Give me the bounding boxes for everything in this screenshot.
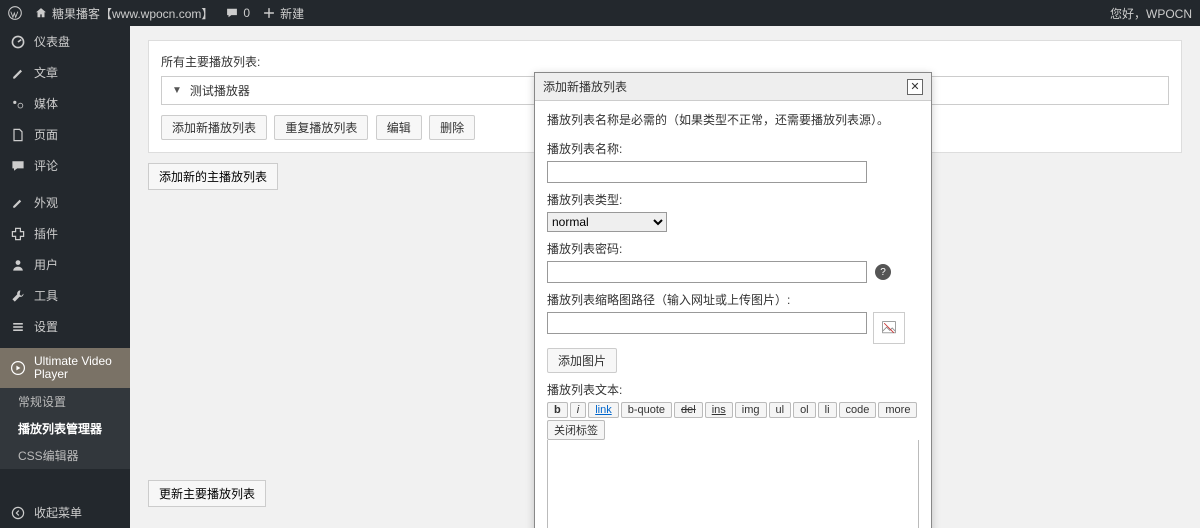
menu-users[interactable]: 用户	[0, 249, 130, 280]
all-playlists-label: 所有主要播放列表:	[161, 53, 1169, 70]
dialog-titlebar[interactable]: 添加新播放列表 ✕	[535, 73, 931, 101]
menu-media[interactable]: 媒体	[0, 88, 130, 119]
menu-settings[interactable]: 设置	[0, 311, 130, 342]
menu-posts[interactable]: 文章	[0, 57, 130, 88]
account-greeting[interactable]: 您好，WPOCN	[1110, 5, 1192, 22]
site-home-link[interactable]: 糖果播客【www.wpocn.com】	[34, 5, 213, 22]
qt-ol[interactable]: ol	[793, 402, 816, 418]
content-area: 所有主要播放列表: ▼ 测试播放器 添加新播放列表 重复播放列表 编辑 删除 添…	[130, 26, 1200, 528]
duplicate-playlist-button[interactable]: 重复播放列表	[274, 115, 368, 140]
collapse-menu[interactable]: 收起菜单	[0, 497, 130, 528]
add-playlist-button[interactable]: 添加新播放列表	[161, 115, 267, 140]
qt-img[interactable]: img	[735, 402, 767, 418]
submenu-general[interactable]: 常规设置	[0, 388, 130, 415]
playlist-name-label: 播放列表名称:	[547, 140, 919, 157]
qt-code[interactable]: code	[839, 402, 877, 418]
menu-pages[interactable]: 页面	[0, 119, 130, 150]
playlist-thumb-input[interactable]	[547, 312, 867, 334]
qt-li[interactable]: li	[818, 402, 837, 418]
menu-comments[interactable]: 评论	[0, 150, 130, 181]
qt-del[interactable]: del	[674, 402, 703, 418]
playlist-selected-name: 测试播放器	[190, 82, 250, 99]
menu-appearance[interactable]: 外观	[0, 187, 130, 218]
menu-tools[interactable]: 工具	[0, 280, 130, 311]
qt-close-tags[interactable]: 关闭标签	[547, 420, 605, 440]
comments-link[interactable]: 0	[225, 6, 250, 20]
menu-dashboard[interactable]: 仪表盘	[0, 26, 130, 57]
qt-i[interactable]: i	[570, 402, 586, 418]
playlist-name-input[interactable]	[547, 161, 867, 183]
playlist-text-editor[interactable]	[547, 440, 919, 528]
add-playlist-dialog: 添加新播放列表 ✕ 播放列表名称是必需的（如果类型不正常，还需要播放列表源）。 …	[534, 72, 932, 528]
admin-sidebar: 仪表盘 文章 媒体 页面 评论 外观 插件 用户 工具 设置 Ultimate …	[0, 26, 130, 528]
site-name: 糖果播客【www.wpocn.com】	[52, 5, 213, 22]
qt-bquote[interactable]: b-quote	[621, 402, 672, 418]
new-label: 新建	[280, 5, 304, 22]
quicktags-toolbar: b i link b-quote del ins img ul ol li co…	[547, 402, 919, 440]
broken-image-icon	[873, 312, 905, 344]
wp-logo[interactable]	[8, 6, 22, 20]
playlist-type-label: 播放列表类型:	[547, 191, 919, 208]
submenu: 常规设置 播放列表管理器 CSS编辑器	[0, 388, 130, 469]
playlist-password-label: 播放列表密码:	[547, 240, 919, 257]
dialog-hint: 播放列表名称是必需的（如果类型不正常，还需要播放列表源）。	[547, 111, 919, 128]
dialog-title: 添加新播放列表	[543, 78, 627, 95]
playlist-password-input[interactable]	[547, 261, 867, 283]
submenu-css-editor[interactable]: CSS编辑器	[0, 442, 130, 469]
update-main-playlist-button[interactable]: 更新主要播放列表	[148, 480, 266, 507]
playlist-type-select[interactable]: normal	[547, 212, 667, 232]
playlist-thumb-label: 播放列表缩略图路径（输入网址或上传图片）:	[547, 291, 919, 308]
qt-link[interactable]: link	[588, 402, 619, 418]
qt-ul[interactable]: ul	[769, 402, 792, 418]
comments-count: 0	[243, 6, 250, 20]
qt-more[interactable]: more	[878, 402, 917, 418]
submenu-playlist-manager[interactable]: 播放列表管理器	[0, 415, 130, 442]
delete-playlist-button[interactable]: 删除	[429, 115, 475, 140]
qt-b[interactable]: b	[547, 402, 568, 418]
add-image-button[interactable]: 添加图片	[547, 348, 617, 373]
playlist-text-label: 播放列表文本:	[547, 381, 919, 398]
qt-ins[interactable]: ins	[705, 402, 733, 418]
menu-plugins[interactable]: 插件	[0, 218, 130, 249]
edit-playlist-button[interactable]: 编辑	[376, 115, 422, 140]
add-new-main-playlist-button[interactable]: 添加新的主播放列表	[148, 163, 278, 190]
admin-toolbar: 糖果播客【www.wpocn.com】 0 新建 您好，WPOCN	[0, 0, 1200, 26]
help-icon[interactable]: ?	[875, 264, 891, 280]
new-content-link[interactable]: 新建	[262, 5, 304, 22]
menu-ultimate-video-player[interactable]: Ultimate Video Player	[0, 348, 130, 388]
close-icon[interactable]: ✕	[907, 79, 923, 95]
chevron-down-icon: ▼	[172, 85, 182, 96]
